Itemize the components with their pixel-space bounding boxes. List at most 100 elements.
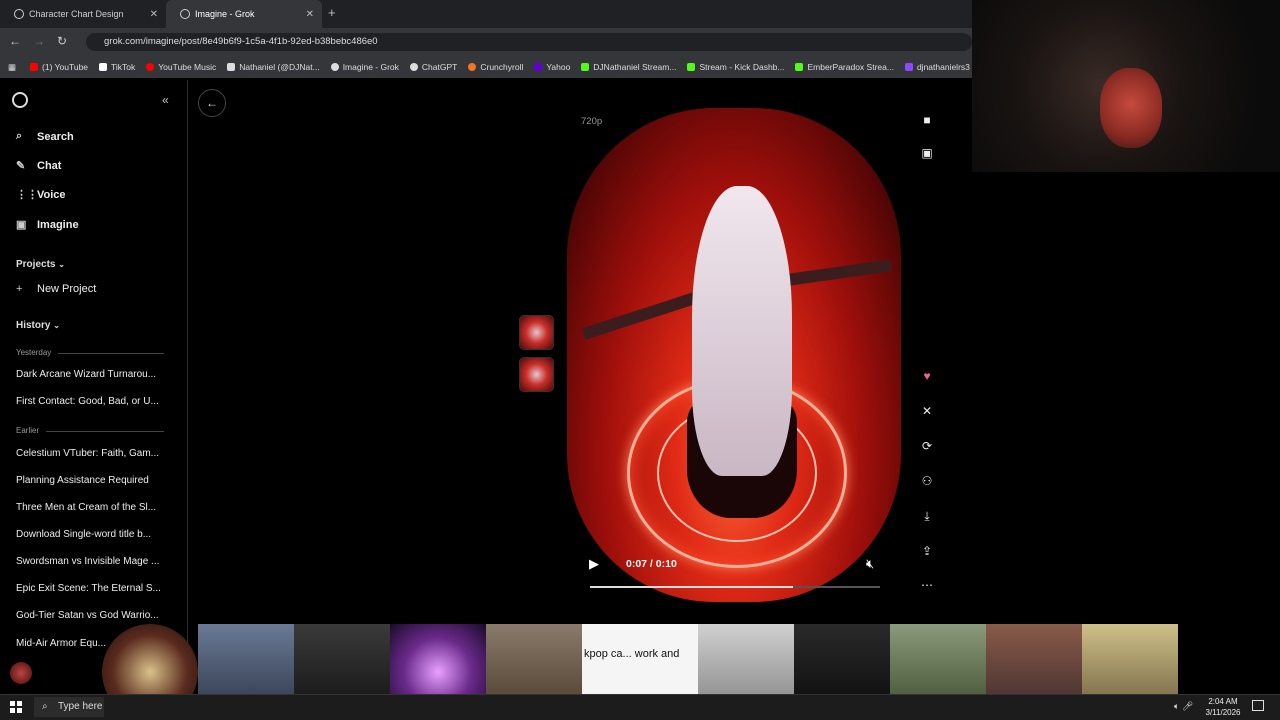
back-icon[interactable]: ← [9, 34, 21, 48]
history-item[interactable]: Planning Assistance Required [16, 475, 166, 486]
bookmark-youtube-music[interactable]: YouTube Music [146, 62, 216, 72]
bookmark-label: Crunchyroll [480, 62, 524, 72]
webcam-face [1100, 68, 1162, 148]
projects-header[interactable]: Projects ⌄ [16, 259, 65, 270]
youtube-music-icon [146, 63, 155, 71]
bookmark-label: Nathaniel (@DJNat... [239, 62, 320, 72]
bookmark-label: ChatGPT [421, 62, 458, 72]
bookmark-yahoo[interactable]: Yahoo [534, 62, 570, 72]
yesterday-label: Yesterday [16, 348, 52, 357]
bookmark-crunchyroll[interactable]: Crunchyroll [468, 62, 523, 72]
play-icon[interactable]: ▶ [589, 556, 599, 572]
bookmark-label: DJNathaniel Stream... [593, 62, 677, 72]
avatar[interactable] [10, 662, 32, 684]
plus-icon: + [16, 283, 23, 295]
character-hair [692, 186, 792, 476]
sidebar-item-label: Voice [37, 188, 66, 201]
sidebar-item-search[interactable]: ⌕ Search [16, 130, 74, 143]
windows-start-icon[interactable] [10, 701, 22, 713]
sidebar-item-chat[interactable]: ✎ Chat [16, 159, 62, 173]
bookmark-label: Imagine - Grok [342, 62, 399, 72]
crunchyroll-icon [468, 63, 477, 71]
tab-character-chart[interactable]: Character Chart Design ✕ [0, 0, 166, 28]
windows-taskbar [0, 694, 1280, 720]
reload-icon[interactable]: ↻ [57, 34, 67, 48]
share-icon[interactable]: ⇪ [918, 544, 936, 558]
heart-icon[interactable]: ♥ [918, 369, 936, 383]
history-label: History [16, 320, 51, 331]
character-arm [581, 288, 709, 340]
speaker-icon: 🔈︎ [1174, 701, 1180, 711]
sidebar-item-label: Search [37, 130, 74, 143]
bookmark-label: djnathanielrs3 - Tw [916, 62, 972, 72]
tab-imagine-grok[interactable]: Imagine - Grok ✕ [166, 0, 322, 28]
grok-icon [330, 63, 339, 71]
bookmark-imagine-grok[interactable]: Imagine - Grok [330, 62, 399, 72]
collapse-sidebar-icon[interactable]: « [162, 93, 169, 107]
bookmark-twitch[interactable]: djnathanielrs3 - Tw [904, 62, 972, 72]
earlier-label: Earlier [16, 426, 40, 435]
history-item[interactable]: Dark Arcane Wizard Turnarou... [16, 369, 166, 380]
tab-title: Imagine - Grok [195, 9, 255, 19]
chevron-down-icon: ⌄ [58, 260, 65, 269]
history-item[interactable]: Download Single-word title b... [16, 529, 166, 540]
close-icon[interactable]: ✕ [306, 9, 314, 20]
system-tray[interactable]: 🔈︎ 🎤︎ [1174, 701, 1193, 712]
history-item[interactable]: God-Tier Satan vs God Warrio... [16, 610, 166, 621]
grok-logo-icon[interactable] [12, 92, 28, 108]
apps-icon[interactable]: ▦ [8, 62, 16, 73]
bookmark-label: Stream - Kick Dashb... [699, 62, 785, 72]
remix-icon[interactable]: ⚇ [918, 474, 936, 488]
video-player[interactable] [567, 108, 901, 602]
sidebar-item-imagine[interactable]: ▣ Imagine [16, 218, 79, 232]
history-item[interactable]: First Contact: Good, Bad, or U... [16, 396, 166, 407]
grok-icon [180, 9, 190, 19]
tile-caption: kpop ca... work and [584, 648, 680, 660]
thumbnail-variant-1[interactable] [519, 315, 554, 350]
video-progress-fill [590, 586, 793, 588]
kick-icon [581, 63, 590, 71]
bookmark-emberparadox[interactable]: EmberParadox Strea... [795, 62, 894, 72]
kick-icon [795, 63, 804, 71]
video-icon[interactable]: ■ [918, 113, 936, 127]
taskbar-search[interactable]: ⌕ Type here [34, 697, 104, 717]
taskbar-clock[interactable]: 2:04 AM 3/11/2026 [1200, 696, 1246, 718]
download-icon[interactable]: ⤓ [918, 509, 936, 524]
edit-image-icon[interactable]: ▣ [918, 146, 936, 160]
bookmarks-bar: ▦ (1) YouTube TikTok YouTube Music Natha… [0, 56, 972, 78]
mute-icon[interactable]: 🔇︎ [866, 556, 874, 572]
history-item[interactable]: Celestium VTuber: Faith, Gam... [16, 448, 166, 459]
video-progress[interactable] [590, 586, 880, 588]
new-tab-icon[interactable]: + [328, 5, 336, 20]
notification-icon[interactable] [1252, 700, 1264, 711]
quality-label: 720p [581, 116, 603, 127]
bookmark-chatgpt[interactable]: ChatGPT [409, 62, 458, 72]
voice-icon: ⋮⋮ [16, 189, 38, 201]
history-header[interactable]: History ⌄ [16, 320, 60, 331]
forward-icon[interactable]: → [33, 34, 45, 48]
back-button[interactable]: ← [198, 89, 226, 117]
url-field[interactable]: grok.com/imagine/post/8e49b6f9-1c5a-4f1b… [86, 33, 972, 51]
sidebar-item-label: Chat [37, 159, 62, 172]
bookmark-kick-dashboard[interactable]: Stream - Kick Dashb... [687, 62, 784, 72]
twitch-icon [904, 63, 913, 71]
x-share-icon[interactable]: ✕ [918, 404, 936, 418]
regenerate-icon[interactable]: ⟳ [918, 439, 936, 453]
history-item[interactable]: Mid-Air Armor Equ... [16, 638, 106, 649]
history-item[interactable]: Three Men at Cream of the Sl... [16, 502, 166, 513]
thumbnail-variant-2[interactable] [519, 357, 554, 392]
history-item[interactable]: Swordsman vs Invisible Mage ... [16, 556, 166, 567]
search-icon: ⌕ [42, 701, 48, 712]
yahoo-icon [534, 63, 543, 71]
more-icon[interactable]: ⋯ [918, 578, 936, 592]
search-icon: ⌕ [16, 130, 23, 142]
new-project-button[interactable]: + New Project [16, 283, 96, 295]
bookmark-x-nathaniel[interactable]: Nathaniel (@DJNat... [227, 62, 320, 72]
sidebar-item-voice[interactable]: ⋮⋮ Voice [16, 188, 66, 202]
history-item[interactable]: Epic Exit Scene: The Eternal S... [16, 583, 166, 594]
close-icon[interactable]: ✕ [150, 9, 158, 20]
bookmark-label: EmberParadox Strea... [807, 62, 894, 72]
bookmark-tiktok[interactable]: TikTok [99, 62, 135, 72]
bookmark-djnathaniel-stream[interactable]: DJNathaniel Stream... [581, 62, 676, 72]
bookmark-youtube[interactable]: (1) YouTube [30, 62, 88, 72]
